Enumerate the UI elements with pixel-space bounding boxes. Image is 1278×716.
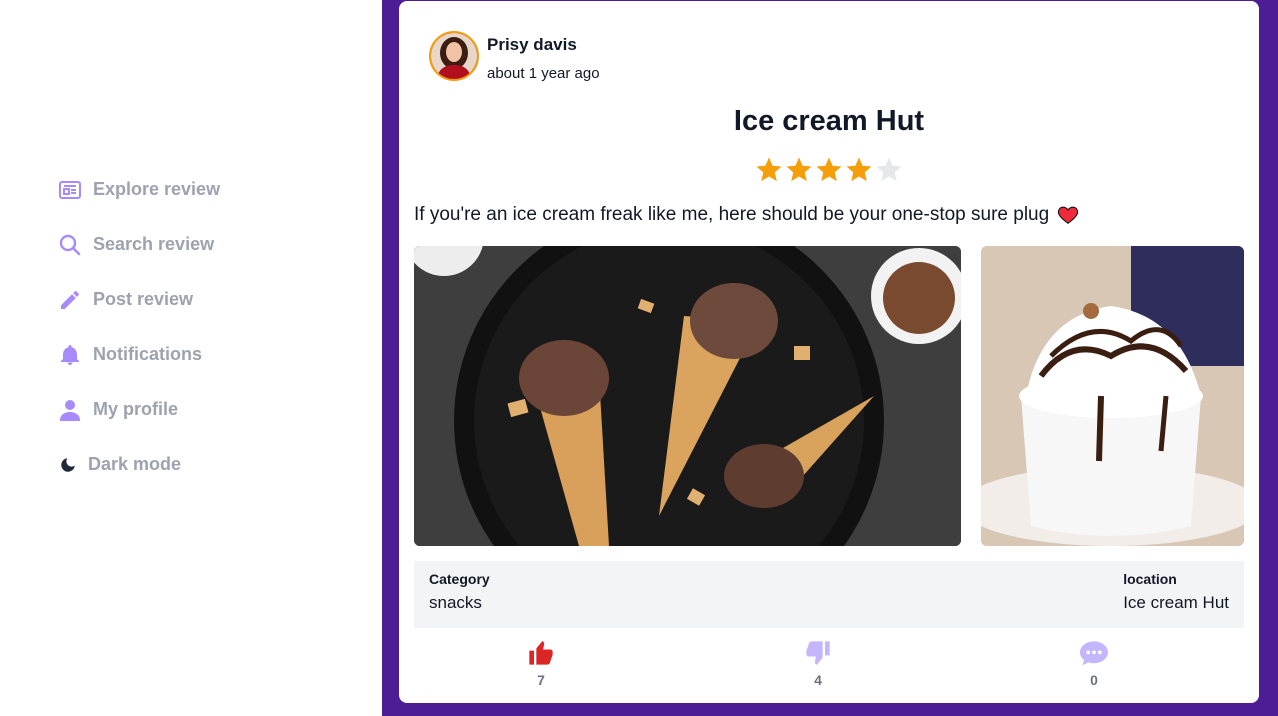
review-image-drink[interactable] (981, 246, 1244, 546)
avatar[interactable] (429, 31, 479, 81)
category-block: Category snacks (429, 571, 490, 613)
star-icon (786, 157, 812, 182)
nav-label: Dark mode (88, 454, 182, 474)
star-icon (876, 157, 902, 182)
dislike-button[interactable]: 4 (788, 639, 848, 688)
search-icon (58, 233, 82, 257)
nav-label: Explore review (93, 179, 221, 199)
nav-search-review[interactable]: Search review (58, 217, 220, 272)
moon-icon (58, 453, 78, 477)
nav-explore-review[interactable]: Explore review (58, 162, 220, 217)
nav-label: Post review (93, 289, 194, 309)
nav-dark-mode[interactable]: Dark mode (58, 437, 220, 492)
nav-notifications[interactable]: Notifications (58, 327, 220, 382)
thumbs-up-icon (529, 640, 553, 665)
review-body: If you're an ice cream freak like me, he… (414, 204, 1050, 225)
star-icon (846, 157, 872, 182)
heart-icon (1058, 206, 1079, 224)
review-text: If you're an ice cream freak like me, he… (414, 204, 1079, 226)
review-title: Ice cream Hut (733, 105, 925, 137)
sidebar: Explore review Search review Post review (0, 0, 382, 716)
comment-count: 0 (1090, 672, 1098, 688)
star-icon (756, 157, 782, 182)
nav-label: Search review (93, 234, 215, 254)
review-card: Prisy davis about 1 year ago Ice cream H… (399, 1, 1259, 703)
location-value[interactable]: Ice cream Hut (1123, 593, 1229, 613)
star-rating (399, 155, 1259, 185)
thumbs-down-icon (806, 641, 830, 666)
like-button[interactable]: 7 (511, 639, 571, 688)
bell-icon (58, 343, 82, 367)
post-author: Prisy davis about 1 year ago (429, 31, 600, 82)
location-label: location (1123, 571, 1177, 587)
author-name[interactable]: Prisy davis (487, 35, 600, 55)
nav-label: Notifications (93, 344, 203, 364)
review-meta: Category snacks location Ice cream Hut (414, 561, 1244, 628)
nav-my-profile[interactable]: My profile (58, 382, 220, 437)
sidebar-nav: Explore review Search review Post review (58, 162, 220, 492)
location-block: location Ice cream Hut (1123, 571, 1229, 613)
review-actions: 7 4 0 (414, 639, 1244, 689)
nav-label: My profile (93, 399, 179, 419)
like-count: 7 (537, 672, 545, 688)
star-icon (816, 157, 842, 182)
user-icon (58, 398, 82, 422)
pencil-icon (58, 288, 82, 312)
nav-post-review[interactable]: Post review (58, 272, 220, 327)
review-image-cones[interactable] (414, 246, 961, 546)
newspaper-icon (58, 178, 82, 202)
post-time: about 1 year ago (487, 65, 600, 82)
dislike-count: 4 (814, 672, 822, 688)
comment-button[interactable]: 0 (1064, 639, 1124, 688)
category-label: Category (429, 571, 490, 587)
comment-icon (1080, 641, 1108, 666)
main-feed: Prisy davis about 1 year ago Ice cream H… (382, 0, 1278, 716)
category-value[interactable]: snacks (429, 593, 490, 613)
